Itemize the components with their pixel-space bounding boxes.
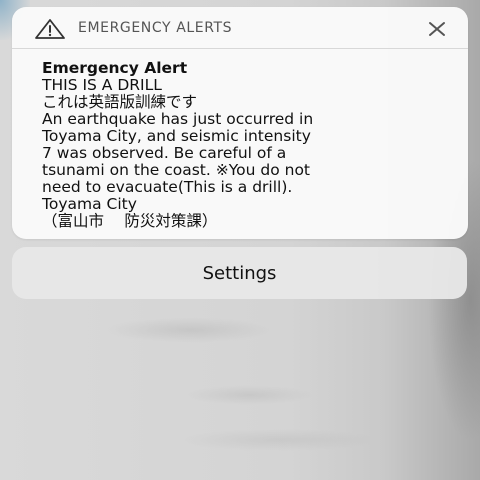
alert-line-message-1: An earthquake has just occurred in [42, 110, 314, 128]
alert-line-sender: Toyama City [42, 195, 137, 213]
alert-line-japanese-drill: これは英語版訓練です [42, 93, 198, 111]
alert-line-message-4: tsunami on the coast. ※You do not [42, 161, 311, 179]
alert-message: Emergency Alert THIS IS A DRILL これは英語版訓練… [42, 60, 452, 230]
settings-label: Settings [202, 262, 277, 284]
emergency-alert-notification[interactable]: EMERGENCY ALERTS Emergency Alert THIS IS… [12, 7, 468, 239]
alert-line-department: （富山市 防災対策課） [42, 212, 218, 230]
notification-header: EMERGENCY ALERTS [12, 7, 468, 49]
app-name: EMERGENCY ALERTS [78, 20, 233, 36]
alert-line-message-2: Toyama City, and seismic intensity [42, 127, 311, 145]
close-icon[interactable] [428, 21, 446, 37]
settings-button[interactable]: Settings [12, 247, 467, 299]
alert-title: Emergency Alert [42, 59, 188, 77]
alert-line-message-3: 7 was observed. Be careful of a [42, 144, 287, 162]
warning-triangle-icon [35, 19, 65, 39]
alert-line-drill: THIS IS A DRILL [42, 76, 162, 94]
alert-line-message-5: need to evacuate(This is a drill). [42, 178, 293, 196]
